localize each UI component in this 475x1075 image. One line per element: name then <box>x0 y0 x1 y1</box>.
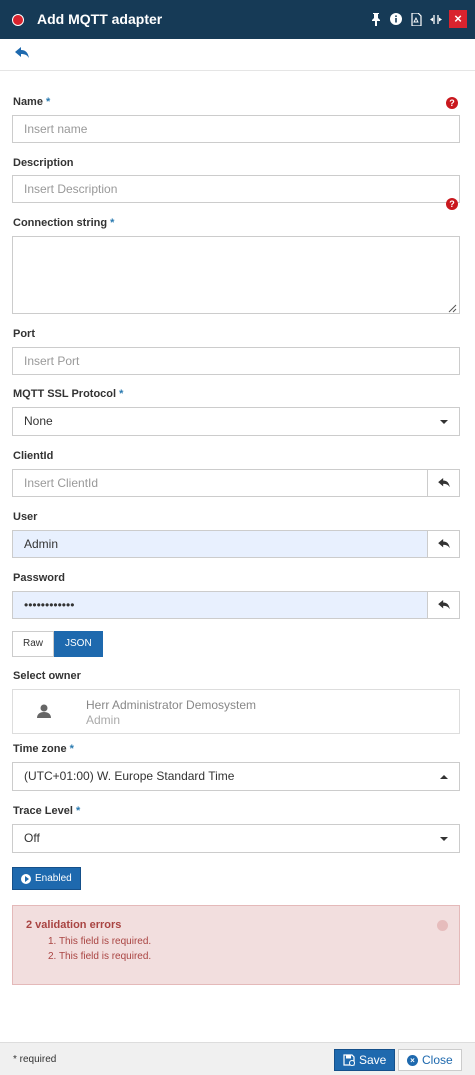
password-reset-button[interactable] <box>427 591 460 619</box>
port-label: Port <box>13 328 35 340</box>
play-circle-icon <box>21 873 31 884</box>
record-status-icon <box>12 14 24 26</box>
connection-string-label: Connection string * <box>13 217 114 229</box>
undo-icon <box>437 539 450 549</box>
client-id-reset-button[interactable] <box>427 469 460 497</box>
time-zone-value: (UTC+01:00) W. Europe Standard Time <box>24 769 235 783</box>
password-label: Password <box>13 572 65 584</box>
description-label: Description <box>13 157 74 169</box>
collapse-alert-icon[interactable] <box>437 920 448 931</box>
close-label: Close <box>422 1053 453 1067</box>
info-icon[interactable] <box>389 11 403 27</box>
help-icon[interactable]: ? <box>446 97 458 109</box>
required-mark: * <box>69 743 74 755</box>
description-input[interactable] <box>12 175 460 203</box>
close-window-button[interactable]: × <box>449 10 467 28</box>
owner-name: Herr Administrator Demosystem <box>86 698 257 712</box>
alert-item: 2. This field is required. <box>48 951 152 962</box>
name-label-text: Name <box>13 96 43 108</box>
owner-role: Admin <box>86 713 121 727</box>
password-input[interactable]: •••••••••••• <box>12 591 428 619</box>
undo-icon <box>437 600 450 610</box>
required-mark: * <box>76 805 81 817</box>
required-mark: * <box>46 96 51 108</box>
enabled-label: Enabled <box>35 873 72 884</box>
trace-level-label: Trace Level * <box>13 805 80 817</box>
ssl-protocol-label: MQTT SSL Protocol * <box>13 388 123 400</box>
required-mark: * <box>119 388 124 400</box>
time-zone-label: Time zone * <box>13 743 74 755</box>
owner-selector[interactable]: Herr Administrator Demosystem Admin <box>12 689 460 734</box>
pin-icon[interactable] <box>369 11 383 27</box>
password-value: •••••••••••• <box>24 598 75 612</box>
time-zone-select[interactable]: (UTC+01:00) W. Europe Standard Time <box>12 762 460 791</box>
connection-string-textarea[interactable] <box>12 236 460 314</box>
client-id-input[interactable] <box>12 469 428 497</box>
footer: * required Save × Close <box>0 1042 475 1075</box>
close-circle-icon: × <box>407 1054 418 1066</box>
save-label: Save <box>359 1053 387 1067</box>
client-id-label: ClientId <box>13 450 53 462</box>
connection-string-label-text: Connection string <box>13 217 108 229</box>
close-button[interactable]: × Close <box>398 1049 462 1071</box>
user-label: User <box>13 511 37 523</box>
resize-icon[interactable] <box>429 11 443 27</box>
ssl-protocol-select[interactable]: None <box>12 407 460 436</box>
user-avatar-icon <box>37 704 51 721</box>
required-note: * required <box>13 1054 57 1065</box>
toolbar <box>0 39 475 71</box>
ssl-protocol-label-text: MQTT SSL Protocol <box>13 388 117 400</box>
user-label-text: User <box>13 511 38 523</box>
pdf-icon[interactable] <box>409 11 423 27</box>
user-reset-button[interactable] <box>427 530 460 558</box>
format-toggle: Raw JSON <box>12 631 103 657</box>
user-input[interactable] <box>12 530 428 558</box>
undo-icon <box>437 478 450 488</box>
ssl-protocol-value: None <box>24 414 53 428</box>
alert-item: 1. This field is required. <box>48 936 152 947</box>
save-icon <box>343 1054 355 1066</box>
owner-label: Select owner <box>13 670 81 682</box>
trace-level-select[interactable]: Off <box>12 824 460 853</box>
save-button[interactable]: Save <box>334 1049 396 1071</box>
chevron-down-icon <box>440 837 448 841</box>
window-header: Add MQTT adapter × <box>0 0 475 39</box>
port-label-text: Port <box>13 328 35 340</box>
required-mark: * <box>110 217 115 229</box>
password-label-text: Password <box>13 572 65 584</box>
client-id-label-text: ClientId <box>13 450 54 462</box>
resize-grip-icon[interactable] <box>447 302 457 316</box>
header-toolbar: × <box>369 10 467 28</box>
validation-alert: 2 validation errors 1. This field is req… <box>12 905 460 985</box>
chevron-up-icon <box>440 775 448 779</box>
alert-title: 2 validation errors <box>26 919 122 931</box>
toggle-json[interactable]: JSON <box>54 631 103 657</box>
trace-level-value: Off <box>24 831 40 845</box>
name-input[interactable] <box>12 115 460 143</box>
help-icon[interactable]: ? <box>446 198 458 210</box>
description-label-text: Description <box>13 157 74 169</box>
port-input[interactable] <box>12 347 460 375</box>
chevron-down-icon <box>440 420 448 424</box>
trace-level-label-text: Trace Level <box>13 805 73 817</box>
back-arrow-icon[interactable] <box>15 47 29 62</box>
name-label: Name * <box>13 96 50 108</box>
enabled-button[interactable]: Enabled <box>12 867 81 890</box>
window-title: Add MQTT adapter <box>37 11 163 27</box>
time-zone-label-text: Time zone <box>13 743 67 755</box>
owner-label-text: Select owner <box>13 670 81 682</box>
toggle-raw[interactable]: Raw <box>12 631 55 657</box>
